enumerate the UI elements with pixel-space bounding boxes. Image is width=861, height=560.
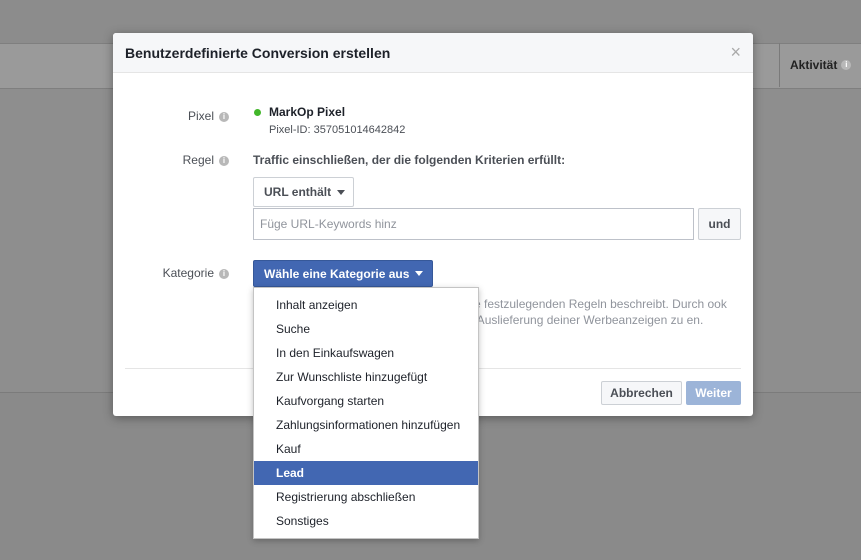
url-keyword-input[interactable] bbox=[253, 208, 694, 240]
info-icon[interactable]: i bbox=[219, 268, 229, 279]
menu-item-initiate-checkout[interactable]: Kaufvorgang starten bbox=[254, 389, 478, 413]
pixel-status-dot bbox=[254, 109, 261, 116]
rule-description: Traffic einschließen, der die folgenden … bbox=[253, 153, 566, 167]
url-condition-dropdown[interactable]: URL enthält bbox=[253, 177, 354, 207]
and-button[interactable]: und bbox=[698, 208, 741, 240]
rule-label: Regel i bbox=[109, 153, 229, 167]
url-condition-label: URL enthält bbox=[264, 185, 332, 199]
menu-item-add-to-wishlist[interactable]: Zur Wunschliste hinzugefügt bbox=[254, 365, 478, 389]
rule-label-text: Regel bbox=[182, 153, 214, 167]
menu-item-other[interactable]: Sonstiges bbox=[254, 509, 478, 533]
column-header-activity[interactable]: Aktivität i bbox=[779, 43, 861, 87]
pixel-label-text: Pixel bbox=[187, 109, 214, 123]
menu-item-add-to-cart[interactable]: In den Einkaufswagen bbox=[254, 341, 478, 365]
column-header-label: Aktivität bbox=[790, 58, 838, 72]
menu-item-purchase[interactable]: Kauf bbox=[254, 437, 478, 461]
menu-item-add-payment-info[interactable]: Zahlungsinformationen hinzufügen bbox=[254, 413, 478, 437]
menu-item-complete-registration[interactable]: Registrierung abschließen bbox=[254, 485, 478, 509]
info-icon: i bbox=[841, 60, 852, 70]
menu-item-search[interactable]: Suche bbox=[254, 317, 478, 341]
menu-item-lead[interactable]: Lead bbox=[254, 461, 478, 485]
dialog-title: Benutzerdefinierte Conversion erstellen bbox=[125, 45, 391, 61]
choose-category-button[interactable]: Wähle eine Kategorie aus bbox=[253, 260, 433, 287]
category-dropdown-menu: Inhalt anzeigen Suche In den Einkaufswag… bbox=[253, 287, 479, 539]
info-icon[interactable]: i bbox=[219, 111, 229, 122]
pixel-id: Pixel-ID: 357051014642842 bbox=[269, 124, 406, 136]
close-icon[interactable]: × bbox=[730, 42, 741, 63]
cancel-button[interactable]: Abbrechen bbox=[601, 381, 682, 405]
menu-item-view-content[interactable]: Inhalt anzeigen bbox=[254, 293, 478, 317]
next-button[interactable]: Weiter bbox=[686, 381, 741, 405]
chevron-down-icon bbox=[337, 189, 346, 195]
category-label-text: Kategorie bbox=[162, 266, 214, 280]
category-description: eine festzulegenden Regeln beschreibt. D… bbox=[458, 297, 727, 327]
info-icon[interactable]: i bbox=[219, 155, 229, 166]
pixel-name: MarkOp Pixel bbox=[269, 105, 346, 119]
pixel-label: Pixel i bbox=[109, 109, 229, 123]
dialog-header: Benutzerdefinierte Conversion erstellen … bbox=[113, 33, 753, 73]
chevron-down-icon bbox=[415, 271, 424, 276]
category-label: Kategorie i bbox=[109, 266, 229, 280]
choose-category-label: Wähle eine Kategorie aus bbox=[264, 266, 410, 281]
